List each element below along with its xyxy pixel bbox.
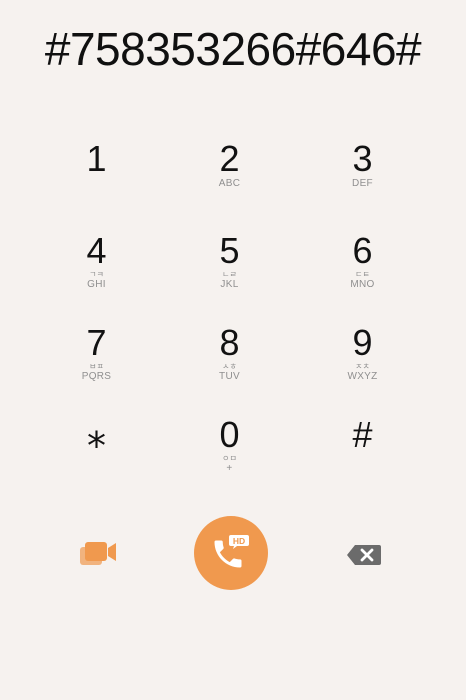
key-letters: PQRS (81, 371, 112, 382)
hd-badge-label: HD (233, 536, 245, 546)
key-letters: TUV (219, 371, 240, 382)
key-letters: + (226, 463, 233, 474)
dialer-action-bar: HD (0, 516, 466, 592)
key-hangul: ㄴㄹ (222, 270, 237, 279)
key-hangul: ㅇㅁ (222, 454, 237, 463)
backspace-button[interactable] (345, 543, 383, 567)
key-digit: 8 (219, 322, 240, 363)
key-digit: 4 (86, 230, 107, 271)
key-letters: DEF (352, 178, 373, 189)
key-6[interactable]: 6 ㄷㅌ MNO (296, 232, 429, 324)
key-digit: 7 (86, 322, 107, 363)
key-hangul: ㅂㅍ (89, 362, 104, 371)
key-digit: # (352, 414, 373, 455)
key-star[interactable]: ⁎ (30, 416, 163, 508)
key-digit: ⁎ (87, 414, 106, 456)
call-button[interactable]: HD (194, 516, 268, 590)
key-8[interactable]: 8 ㅅㅎ TUV (163, 324, 296, 416)
dial-keypad: 1 2 ABC 3 DEF 4 ㄱㅋ GHI 5 ㄴㄹ JKL 6 ㄷㅌ MNO… (30, 140, 430, 508)
key-4[interactable]: 4 ㄱㅋ GHI (30, 232, 163, 324)
key-letters: GHI (87, 279, 106, 290)
backspace-icon (347, 545, 381, 565)
key-letters: WXYZ (347, 371, 378, 382)
key-3[interactable]: 3 DEF (296, 140, 429, 232)
key-digit: 9 (352, 322, 373, 363)
key-letters: MNO (350, 279, 375, 290)
key-digit: 5 (219, 230, 240, 271)
key-9[interactable]: 9 ㅈㅊ WXYZ (296, 324, 429, 416)
key-digit: 1 (86, 138, 107, 179)
video-call-icon (80, 542, 116, 565)
key-hangul: ㄱㅋ (89, 270, 104, 279)
key-7[interactable]: 7 ㅂㅍ PQRS (30, 324, 163, 416)
key-2[interactable]: 2 ABC (163, 140, 296, 232)
key-hash[interactable]: # (296, 416, 429, 508)
key-letters: JKL (220, 279, 239, 290)
key-letters: ABC (218, 178, 241, 189)
key-hangul: ㅈㅊ (355, 362, 370, 371)
key-5[interactable]: 5 ㄴㄹ JKL (163, 232, 296, 324)
dialed-number: #758353266#646# (44, 23, 422, 75)
hd-badge-icon: HD (229, 535, 249, 549)
key-digit: 6 (352, 230, 373, 271)
key-hangul: ㄷㅌ (355, 270, 370, 279)
key-0[interactable]: 0 ㅇㅁ + (163, 416, 296, 508)
key-digit: 3 (352, 138, 373, 179)
key-digit: 2 (219, 138, 240, 179)
key-hangul: ㅅㅎ (222, 362, 237, 371)
video-call-button[interactable] (78, 538, 118, 570)
key-1[interactable]: 1 (30, 140, 163, 232)
key-digit: 0 (219, 414, 240, 455)
